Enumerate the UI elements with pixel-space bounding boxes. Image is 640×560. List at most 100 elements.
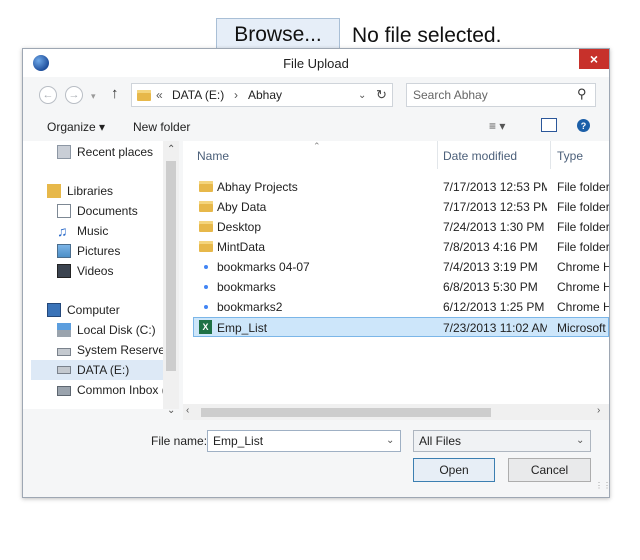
horizontal-scroll-thumb[interactable] [201, 408, 491, 417]
back-arrow-icon[interactable]: ← [39, 86, 57, 104]
file-type: Chrome H [557, 260, 609, 274]
file-type: File folder [557, 180, 609, 194]
column-divider[interactable] [550, 141, 551, 169]
forward-arrow-icon[interactable]: → [65, 86, 83, 104]
up-arrow-icon[interactable]: ↑ [111, 85, 119, 102]
file-upload-dialog: File Upload × ← → ▾ ↑ « DATA (E:) › Abha… [22, 48, 611, 498]
nav-item-data-drive[interactable]: DATA (E:) [31, 360, 163, 380]
nav-item-music[interactable]: ♫ Music [57, 224, 108, 238]
nav-label: Common Inbox ( [77, 383, 166, 397]
folder-icon [199, 241, 213, 252]
network-drive-icon [57, 386, 71, 396]
file-row-mintdata[interactable]: MintData 7/8/2013 4:16 PM File folder [183, 237, 609, 257]
search-icon[interactable]: ⚲ [577, 86, 587, 102]
dialog-title: File Upload [283, 56, 349, 71]
nav-item-documents[interactable]: Documents [57, 204, 138, 218]
file-name: Abhay Projects [217, 180, 298, 194]
breadcrumb-data-drive[interactable]: DATA (E:) [172, 88, 224, 102]
file-row-abhay-projects[interactable]: Abhay Projects 7/17/2013 12:53 PM File f… [183, 177, 609, 197]
file-row-desktop[interactable]: Desktop 7/24/2013 1:30 PM File folder [183, 217, 609, 237]
videos-icon [57, 264, 71, 278]
sort-ascending-icon: ⌃ [313, 141, 321, 151]
search-box[interactable]: Search Abhay ⚲ [406, 83, 596, 107]
cancel-button[interactable]: Cancel [508, 458, 591, 482]
file-name: Aby Data [217, 200, 267, 214]
documents-icon [57, 204, 71, 218]
folder-icon [137, 90, 151, 101]
refresh-icon[interactable]: ↻ [376, 87, 387, 103]
file-row-bookmarks2[interactable]: bookmarks2 6/12/2013 1:25 PM Chrome H [183, 297, 609, 317]
nav-label: Pictures [77, 244, 121, 258]
nav-item-recent-places[interactable]: Recent places [57, 145, 153, 159]
folder-icon [199, 181, 213, 192]
file-type: Microsoft [557, 321, 606, 335]
file-date: 7/23/2013 11:02 AM [443, 321, 547, 335]
file-name-label: File name: [151, 434, 208, 448]
organize-menu[interactable]: Organize ▾ [47, 120, 105, 134]
resize-grip-icon[interactable]: ⋮⋮ [595, 482, 611, 490]
file-type: File folder [557, 220, 609, 234]
file-name: bookmarks [217, 280, 276, 294]
nav-label: Videos [77, 264, 114, 278]
file-row-aby-data[interactable]: Aby Data 7/17/2013 12:53 PM File folder [183, 197, 609, 217]
browse-button[interactable]: Browse... [216, 18, 340, 52]
nav-item-computer[interactable]: Computer [47, 303, 120, 317]
address-overflow-icon[interactable]: « [156, 88, 163, 102]
file-date: 7/17/2013 12:53 PM [443, 200, 547, 214]
file-date: 7/8/2013 4:16 PM [443, 240, 538, 254]
close-button[interactable]: × [579, 49, 609, 69]
nav-label: Documents [77, 204, 138, 218]
new-folder-button[interactable]: New folder [133, 120, 190, 134]
no-file-selected-text: No file selected. [352, 24, 502, 47]
change-view-icon[interactable]: ≡ ▾ [489, 119, 505, 133]
file-name: bookmarks 04-07 [217, 260, 310, 274]
file-name-input[interactable]: Emp_List ⌄ [207, 430, 401, 452]
excel-icon: X [199, 320, 212, 334]
title-bar: File Upload × [23, 49, 609, 77]
column-header-date-modified[interactable]: Date modified [443, 149, 517, 163]
file-row-bookmarks-04-07[interactable]: bookmarks 04-07 7/4/2013 3:19 PM Chrome … [183, 257, 609, 277]
file-date: 6/12/2013 1:25 PM [443, 300, 545, 314]
nav-item-system-reserved[interactable]: System Reserved [57, 343, 172, 357]
nav-label: Recent places [77, 145, 154, 159]
recent-locations-chevron-icon[interactable]: ▾ [91, 91, 96, 102]
file-type: File folder [557, 240, 609, 254]
scroll-up-icon[interactable]: ⌃ [167, 144, 175, 155]
file-name-dropdown-icon[interactable]: ⌄ [386, 435, 394, 446]
file-type-dropdown-icon[interactable]: ⌄ [576, 435, 584, 446]
nav-label: Music [77, 224, 109, 238]
nav-item-videos[interactable]: Videos [57, 264, 113, 278]
help-icon[interactable]: ? [577, 119, 590, 132]
file-row-bookmarks[interactable]: bookmarks 6/8/2013 5:30 PM Chrome H [183, 277, 609, 297]
file-date: 7/24/2013 1:30 PM [443, 220, 545, 234]
preview-pane-icon[interactable] [541, 118, 557, 132]
nav-label: Libraries [67, 184, 114, 198]
address-dropdown-icon[interactable]: ⌄ [358, 90, 366, 101]
nav-label: DATA (E:) [77, 363, 130, 377]
scroll-left-icon[interactable]: ‹ [186, 405, 189, 416]
scroll-down-icon[interactable]: ⌄ [167, 405, 175, 416]
nav-item-common-inbox[interactable]: Common Inbox ( [57, 383, 166, 397]
scroll-right-icon[interactable]: › [597, 405, 600, 416]
nav-item-libraries[interactable]: Libraries [47, 184, 113, 198]
nav-item-local-disk[interactable]: Local Disk (C:) [57, 323, 156, 337]
navigation-scroll-thumb[interactable] [166, 161, 176, 371]
column-header-type[interactable]: Type [557, 149, 583, 163]
pictures-icon [57, 244, 71, 258]
breadcrumb-abhay[interactable]: Abhay [248, 88, 282, 102]
file-name-value: Emp_List [213, 434, 264, 448]
nav-item-pictures[interactable]: Pictures [57, 244, 120, 258]
music-icon: ♫ [57, 223, 68, 239]
computer-icon [47, 303, 61, 317]
file-date: 6/8/2013 5:30 PM [443, 280, 538, 294]
navigation-pane: Recent places Libraries Documents ♫ Musi… [23, 141, 179, 409]
column-header-name[interactable]: Name [197, 149, 229, 163]
file-type-filter-select[interactable]: All Files ⌄ [413, 430, 591, 452]
address-bar[interactable]: « DATA (E:) › Abhay ⌄ ↻ [131, 83, 393, 107]
open-button[interactable]: Open [413, 458, 495, 482]
local-disk-icon [57, 323, 71, 337]
file-row-emp-list[interactable]: X Emp_List 7/23/2013 11:02 AM Microsoft [193, 317, 609, 337]
recent-places-icon [57, 145, 71, 159]
column-divider[interactable] [437, 141, 438, 169]
breadcrumb-separator[interactable]: › [234, 88, 238, 102]
